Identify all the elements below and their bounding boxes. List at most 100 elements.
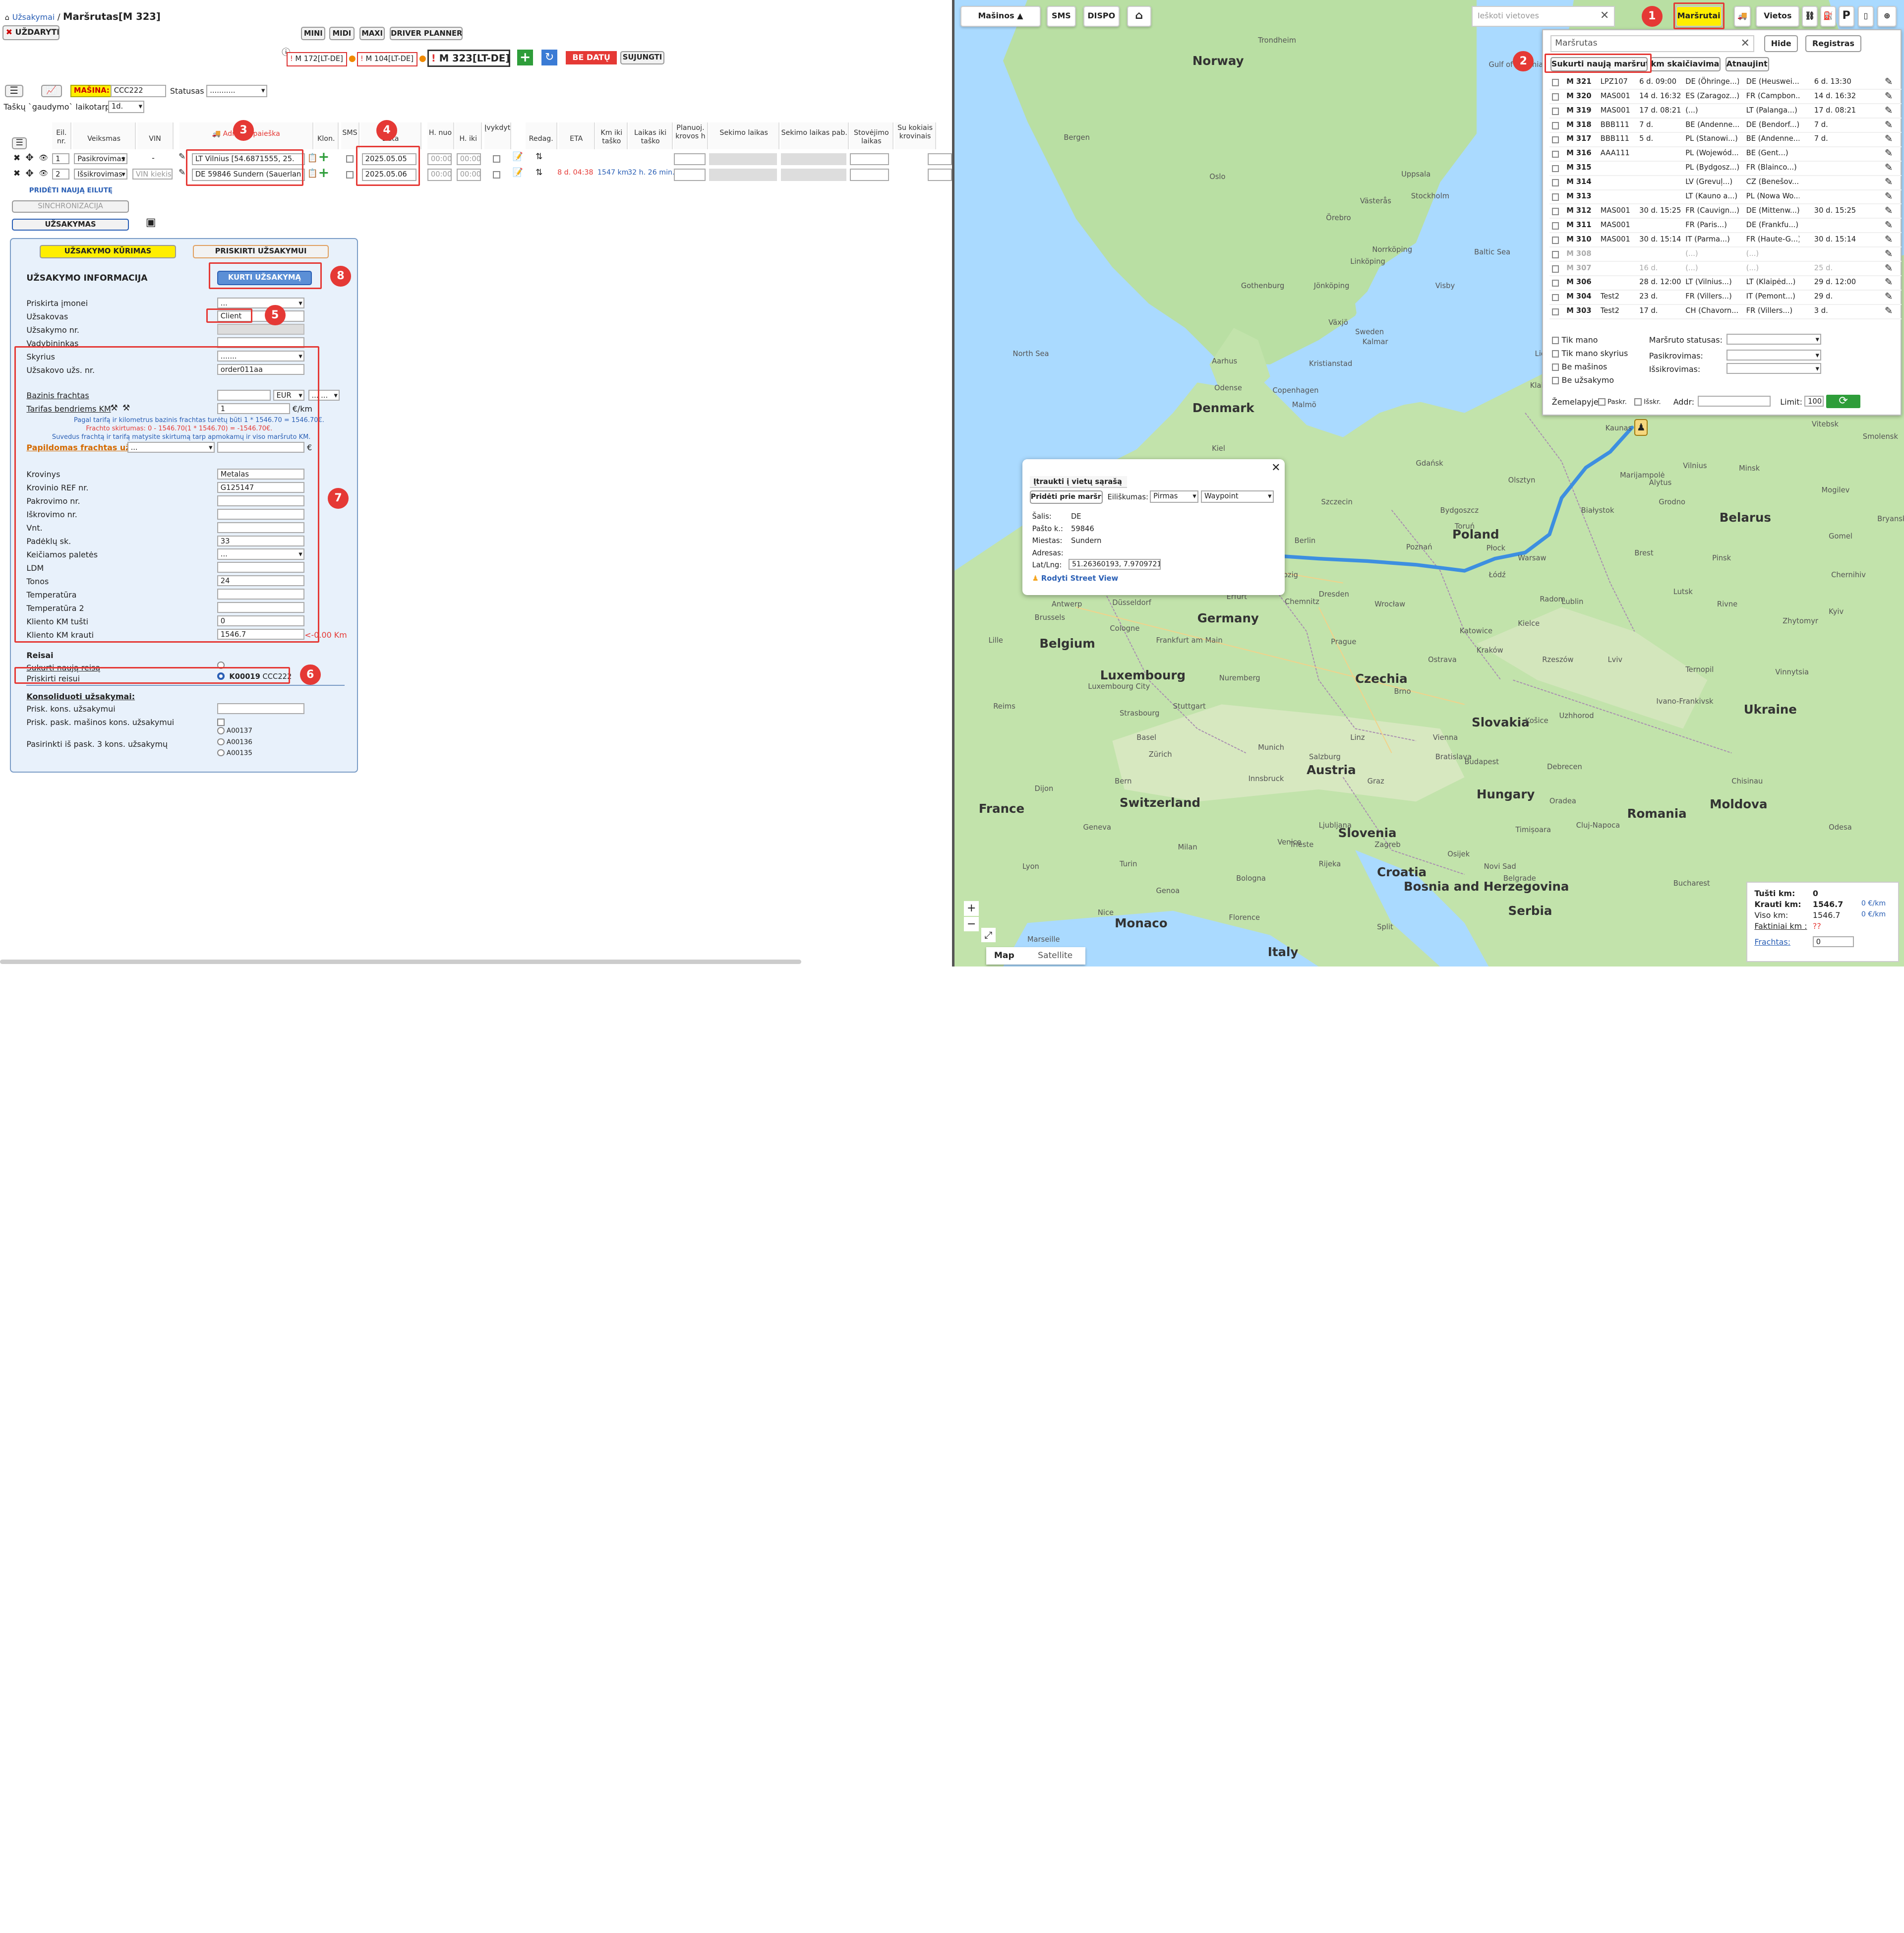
route-row[interactable]: M 314 LV (Grevuļ...) CZ (Benešov...) ✎ — [1549, 176, 1902, 190]
tab-order-assign[interactable]: PRISKIRTI UŽSAKYMUI — [192, 245, 329, 259]
priskirta-select[interactable]: ... — [217, 297, 305, 308]
filter-be-uzsakymo[interactable]: Be užsakymo — [1551, 375, 1614, 385]
route-row-checkbox[interactable] — [1551, 222, 1559, 230]
currency-select[interactable]: EUR — [273, 389, 305, 401]
filter-pasikrovimas-select[interactable] — [1726, 350, 1822, 361]
network-button[interactable]: ⛓ — [1802, 6, 1818, 27]
popup-order-select[interactable]: Pirmas — [1150, 490, 1199, 503]
view-row-icon[interactable]: 👁 — [39, 153, 48, 162]
new-route-button[interactable]: Sukurti naują maršrutą — [1550, 57, 1648, 72]
driver-planner-button[interactable]: DRIVER PLANNER — [390, 26, 463, 40]
popup-add-button[interactable]: Pridėti prie maršruto — [1029, 490, 1103, 504]
machine-input[interactable]: CCC222 — [110, 85, 167, 97]
route-row[interactable]: M 321 LPZ107 6 d. 09:00 DE (Öhringe...) DE (… — [1549, 75, 1902, 90]
map-pin-icon[interactable]: ♟ — [1634, 419, 1648, 436]
row-vin-input[interactable]: VIN kiekis — [132, 169, 173, 180]
zoom-in-icon[interactable]: + — [964, 901, 979, 916]
route-row[interactable]: M 319 MAS001 17 d. 08:21 (...) LT (Palanga..… — [1549, 104, 1902, 119]
vadybininkas-input[interactable] — [217, 337, 305, 349]
route-row[interactable]: M 312 MAS001 30 d. 15:25 FR (Cauvign...) DE … — [1549, 204, 1902, 219]
route-search-input[interactable]: Maršrutas ✕ — [1550, 35, 1755, 52]
move-row-icon[interactable]: ✥ — [25, 168, 33, 179]
delete-row-icon[interactable]: ✖ — [13, 153, 20, 163]
krovinai-input[interactable] — [928, 169, 952, 181]
table-menu-icon[interactable]: ☰ — [12, 137, 27, 150]
edit-doc-icon[interactable]: 📝 — [512, 152, 523, 162]
uzsakovas-input[interactable]: Client — [217, 310, 305, 322]
route-row-checkbox[interactable] — [1551, 165, 1559, 173]
route-row[interactable]: M 313 LT (Kauno a...) PL (Nowa Wo...) ✎ — [1549, 190, 1902, 205]
route-row-checkbox[interactable] — [1551, 308, 1559, 316]
edit-pencil-icon[interactable]: ✎ — [1885, 204, 1893, 218]
edit-pencil-icon[interactable]: ✎ — [178, 152, 185, 162]
tab-order-create[interactable]: UŽSAKYMO KŪRIMAS — [40, 245, 176, 259]
parking-button[interactable]: P — [1838, 6, 1854, 27]
tarifas-tool-icon[interactable]: ⚒ — [122, 403, 130, 413]
route-row[interactable]: M 317 BBB111 5 d. PL (Stanowi...) BE (Andenn… — [1549, 132, 1902, 147]
papildomas-select[interactable]: ... — [127, 441, 215, 453]
stovejimo-input[interactable] — [850, 153, 889, 166]
route-row[interactable]: M 303 Test2 17 d. CH (Chavorn...) FR (Viller… — [1549, 304, 1902, 319]
route-row[interactable]: M 310 MAS001 30 d. 15:14 IT (Parma...) FR (H… — [1549, 233, 1902, 248]
marsrutai-button[interactable]: Maršrutai — [1675, 6, 1722, 27]
split-icon[interactable]: ⇅ — [536, 168, 542, 178]
sms-checkbox[interactable] — [346, 155, 354, 163]
edit-pencil-icon[interactable]: ✎ — [1885, 190, 1893, 203]
edit-pencil-icon[interactable]: ✎ — [178, 168, 185, 178]
route-row-checkbox[interactable] — [1551, 237, 1559, 244]
kons-option[interactable]: A00135 — [217, 749, 252, 757]
breadcrumb-parent-link[interactable]: Užsakymai — [12, 12, 55, 22]
krovinai-input[interactable] — [928, 153, 952, 166]
clipboard-icon[interactable]: 📋 — [307, 169, 318, 179]
hide-button[interactable]: Hide — [1764, 35, 1798, 52]
route-row[interactable]: M 306 28 d. 12:00 LT (Vilnius...) LT (Klaip… — [1549, 276, 1902, 291]
vietos-button[interactable]: Vietos — [1756, 6, 1800, 27]
popup-latlng-value[interactable]: 51.26360193, 7.97097213 — [1069, 558, 1161, 570]
row-to-input[interactable]: 00:00 — [456, 169, 481, 181]
taskai-select[interactable]: 1d. — [108, 101, 145, 113]
route-row-checkbox[interactable] — [1551, 279, 1559, 287]
edit-pencil-icon[interactable]: ✎ — [1885, 262, 1893, 275]
route-row-checkbox[interactable] — [1551, 208, 1559, 215]
filter-tik-skyrius[interactable]: Tik mano skyrius — [1551, 349, 1628, 358]
route-row-checkbox[interactable] — [1551, 93, 1559, 101]
fuel-button[interactable]: ⛽ — [1820, 6, 1836, 27]
route-row-checkbox[interactable] — [1551, 79, 1559, 86]
route-row-checkbox[interactable] — [1551, 136, 1559, 144]
bazinis-input[interactable] — [217, 389, 271, 401]
planuoj-input[interactable] — [674, 153, 706, 166]
filter-iskrovimas-select[interactable] — [1726, 363, 1822, 374]
row-address-input[interactable]: LT Vilnius [54.6871555, 25. — [191, 153, 305, 166]
edit-pencil-icon[interactable]: ✎ — [1885, 132, 1893, 146]
route-row[interactable]: M 318 BBB111 7 d. BE (Andenne...) DE (Bendor… — [1549, 119, 1902, 133]
route-row[interactable]: M 315 PL (Bydgosz...) FR (Blainco...) ✎ — [1549, 161, 1902, 176]
km-krauti-input[interactable]: 1546.7 — [217, 629, 305, 640]
masinos-button[interactable]: Mašinos ▲ — [960, 6, 1041, 27]
street-view-link[interactable]: ♟ Rodyti Street View — [1032, 574, 1119, 583]
uzs-nr-input[interactable]: order011aa — [217, 364, 305, 375]
priskirti-reisui-radio[interactable] — [217, 672, 225, 680]
order-button[interactable]: UŽSAKYMAS — [12, 218, 129, 231]
route-row-checkbox[interactable] — [1551, 294, 1559, 302]
clone-plus-icon[interactable]: + — [318, 165, 330, 181]
zoom-out-icon[interactable]: − — [964, 916, 979, 932]
map-type-satellite[interactable]: Satellite — [1025, 947, 1085, 964]
filter-paskr[interactable]: Paskr. — [1598, 398, 1627, 406]
kons2-checkbox[interactable] — [217, 719, 225, 726]
temp-input[interactable] — [217, 589, 305, 600]
sync-button[interactable]: SINCHRONIZACIJA — [12, 200, 129, 213]
split-icon[interactable]: ⇅ — [536, 152, 542, 162]
mini-button[interactable]: MINI — [301, 26, 326, 40]
popup-close-icon[interactable]: ✕ — [1271, 462, 1280, 474]
pakrovimo-input[interactable] — [217, 495, 305, 506]
filter-limit-input[interactable]: 100 — [1804, 396, 1824, 407]
filter-tik-mano[interactable]: Tik mano — [1551, 335, 1598, 345]
move-row-icon[interactable]: ✥ — [25, 152, 33, 163]
edit-pencil-icon[interactable]: ✎ — [1885, 119, 1893, 132]
route-row-checkbox[interactable] — [1551, 179, 1559, 187]
edit-pencil-icon[interactable]: ✎ — [1885, 247, 1893, 261]
edit-pencil-icon[interactable]: ✎ — [1885, 233, 1893, 246]
tarifas-input[interactable]: 1 — [217, 403, 290, 414]
status-select[interactable]: ........... — [206, 85, 267, 97]
route-row[interactable]: M 308 (...) (...) ✎ — [1549, 247, 1902, 262]
